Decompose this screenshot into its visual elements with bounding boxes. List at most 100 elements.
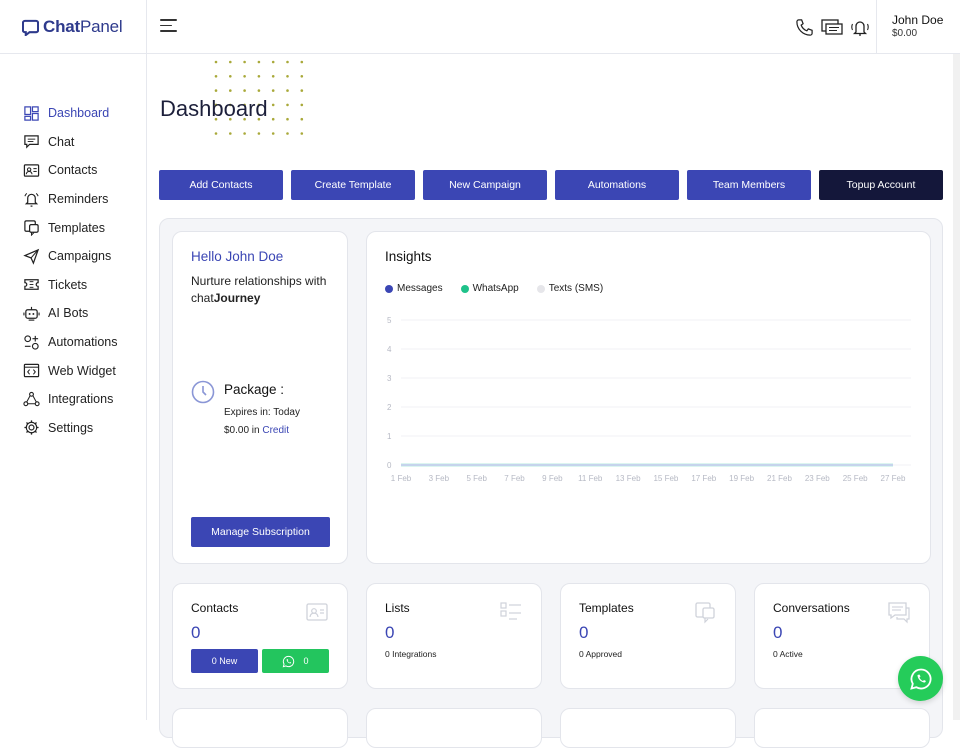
stat-value: 0 xyxy=(191,623,201,642)
bot-icon xyxy=(23,305,40,322)
x-tick-label: 1 Feb xyxy=(391,474,412,482)
legend-item[interactable]: WhatsApp xyxy=(460,283,519,294)
ticket-icon xyxy=(23,276,40,293)
sidebar-item-ai-bots[interactable]: AI Bots xyxy=(0,299,146,328)
user-menu[interactable]: John Doe $0.00 xyxy=(876,0,960,54)
page-title: Dashboard xyxy=(160,96,268,121)
sidebar-item-integrations[interactable]: Integrations xyxy=(0,385,146,414)
x-tick-label: 5 Feb xyxy=(466,474,487,482)
x-tick-label: 15 Feb xyxy=(653,474,678,482)
brand-logo[interactable]: ChatPanel xyxy=(0,0,147,54)
sidebar-item-label: Dashboard xyxy=(48,106,110,121)
stat-card-placeholder xyxy=(366,708,542,748)
chat-logo-icon xyxy=(22,19,39,36)
bell-icon[interactable] xyxy=(849,16,871,38)
contact-card-icon xyxy=(306,603,328,621)
conversation-icon xyxy=(888,602,910,624)
greeting: Hello John Doe xyxy=(191,249,284,264)
quick-actions: Add Contacts Create Template New Campaign A… xyxy=(159,170,943,200)
x-tick-label: 13 Feb xyxy=(616,474,641,482)
x-tick-label: 23 Feb xyxy=(805,474,830,482)
legend-item[interactable]: Texts (SMS) xyxy=(536,283,604,294)
chat-screen-icon[interactable] xyxy=(821,16,843,38)
new-campaign-button[interactable]: New Campaign xyxy=(423,170,547,200)
user-name: John Doe xyxy=(892,13,944,27)
stat-card-contacts[interactable]: Contacts 0 0 New 0 xyxy=(172,583,348,689)
sidebar-item-dashboard[interactable]: Dashboard xyxy=(0,99,146,128)
sidebar-item-automations[interactable]: Automations xyxy=(0,328,146,357)
add-contacts-button[interactable]: Add Contacts xyxy=(159,170,283,200)
sidebar-item-label: Automations xyxy=(48,335,118,350)
contact-breakdown: 0 New 0 xyxy=(191,649,329,673)
chart-legend: Messages WhatsApp Texts (SMS) xyxy=(385,283,603,294)
phone-icon[interactable] xyxy=(793,16,815,38)
team-members-button[interactable]: Team Members xyxy=(687,170,811,200)
stat-subtext: 0 Active xyxy=(773,649,803,659)
sidebar-item-label: Campaigns xyxy=(48,249,112,264)
x-tick-label: 9 Feb xyxy=(542,474,563,482)
stat-card-placeholder xyxy=(560,708,736,748)
automation-icon xyxy=(23,334,40,351)
nurture-text: Nurture relationships with chatJourney xyxy=(191,274,327,305)
manage-subscription-button[interactable]: Manage Subscription xyxy=(191,517,330,547)
sidebar: Dashboard Chat Contacts Reminders Templates C… xyxy=(0,54,147,720)
scrollbar[interactable] xyxy=(953,54,960,720)
y-tick-label: 0 xyxy=(387,461,392,470)
create-template-button[interactable]: Create Template xyxy=(291,170,415,200)
automations-button[interactable]: Automations xyxy=(555,170,679,200)
credit-link[interactable]: Credit xyxy=(262,425,289,436)
sidebar-item-web-widget[interactable]: Web Widget xyxy=(0,356,146,385)
whatsapp-contacts-button[interactable]: 0 xyxy=(262,649,329,673)
sidebar-item-campaigns[interactable]: Campaigns xyxy=(0,242,146,271)
code-icon xyxy=(23,362,40,379)
insights-card: Insights Messages WhatsApp Texts (SMS) 0 1 2… xyxy=(366,231,931,564)
user-balance: $0.00 xyxy=(892,28,918,39)
sidebar-item-reminders[interactable]: Reminders xyxy=(0,185,146,214)
whatsapp-icon xyxy=(283,655,295,667)
stat-card-placeholder xyxy=(754,708,930,748)
credit-balance: $0.00 in Credit xyxy=(224,425,290,436)
legend-label: Texts (SMS) xyxy=(548,283,604,294)
legend-item[interactable]: Messages xyxy=(385,283,443,294)
sidebar-item-templates[interactable]: Templates xyxy=(0,213,146,242)
menu-toggle-icon[interactable] xyxy=(160,19,178,35)
sidebar-item-settings[interactable]: Settings xyxy=(0,414,146,443)
whatsapp-count: 0 xyxy=(303,656,309,666)
integrations-icon xyxy=(23,391,40,408)
dashboard-panel: Hello John Doe Nurture relationships wit… xyxy=(159,218,943,748)
stat-subtext: 0 Approved xyxy=(579,649,623,659)
stat-card-lists[interactable]: Lists 0 0 Integrations xyxy=(366,583,542,689)
sidebar-item-label: Integrations xyxy=(48,392,114,407)
y-tick-label: 5 xyxy=(387,316,392,325)
welcome-card: Hello John Doe Nurture relationships wit… xyxy=(172,231,348,564)
sidebar-item-label: Contacts xyxy=(48,163,98,178)
clock-icon xyxy=(191,380,215,404)
new-contacts-button[interactable]: 0 New xyxy=(191,649,258,673)
legend-swatch xyxy=(460,284,469,293)
whatsapp-chat-button[interactable] xyxy=(898,656,943,701)
stat-card-templates[interactable]: Templates 0 0 Approved xyxy=(560,583,736,689)
x-tick-label: 25 Feb xyxy=(843,474,868,482)
insights-title: Insights xyxy=(385,249,432,264)
bell-icon xyxy=(23,191,40,208)
template-icon xyxy=(23,219,40,237)
x-tick-label: 17 Feb xyxy=(691,474,716,482)
legend-label: WhatsApp xyxy=(472,283,519,294)
stat-value: 0 xyxy=(579,623,589,642)
top-bar: ChatPanel John Doe $0.00 xyxy=(0,0,960,54)
y-tick-label: 3 xyxy=(387,374,392,383)
sidebar-item-tickets[interactable]: Tickets xyxy=(0,271,146,300)
x-tick-label: 3 Feb xyxy=(429,474,450,482)
topup-account-button[interactable]: Topup Account xyxy=(819,170,943,200)
y-tick-label: 1 xyxy=(387,432,392,441)
legend-label: Messages xyxy=(397,283,443,294)
sidebar-item-contacts[interactable]: Contacts xyxy=(0,156,146,185)
legend-swatch xyxy=(536,284,545,293)
list-icon xyxy=(500,602,521,620)
y-tick-label: 4 xyxy=(387,345,392,354)
sidebar-item-chat[interactable]: Chat xyxy=(0,128,146,157)
x-tick-label: 11 Feb xyxy=(578,474,603,482)
grid-icon xyxy=(23,105,40,122)
stat-value: 0 xyxy=(773,623,783,642)
main-content: Dashboard Add Contacts Create Template New… xyxy=(147,54,960,748)
